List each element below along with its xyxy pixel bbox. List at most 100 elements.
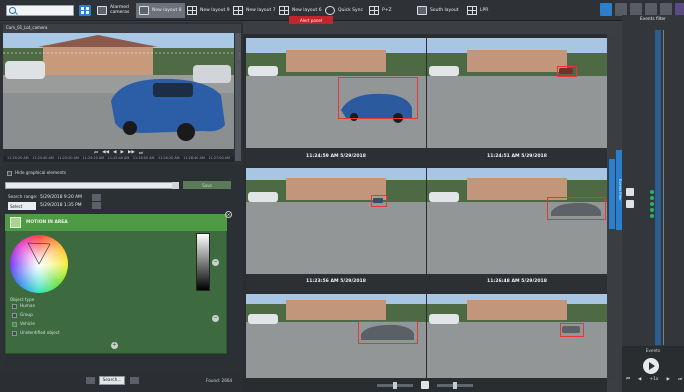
- video-player[interactable]: [3, 33, 234, 149]
- select-label: Select: [10, 203, 23, 209]
- detection-box: [560, 323, 584, 337]
- object-type-group[interactable]: Group: [12, 312, 33, 318]
- group-checkbox[interactable]: [12, 312, 17, 318]
- layout-icon: [467, 6, 477, 15]
- layout-icon: [187, 6, 197, 15]
- camera-tile[interactable]: 11:24:59 AM 5/29/2018: [246, 38, 426, 166]
- play-icon[interactable]: ▶: [121, 150, 124, 155]
- event-marker[interactable]: [650, 196, 654, 200]
- close-icon[interactable]: ×: [225, 211, 232, 218]
- camera-timestamp: 11:23:56 AM 5/29/2018: [306, 279, 366, 284]
- motion-filter-header[interactable]: MOTION IN AREA: [5, 214, 227, 231]
- vehicle-checkbox[interactable]: [12, 321, 17, 327]
- event-marker[interactable]: [650, 190, 654, 194]
- calendar-icon[interactable]: [92, 202, 101, 209]
- timeline-tick: 11:24:20 AM: [7, 156, 29, 160]
- prev-icon[interactable]: ◀: [638, 377, 641, 382]
- camera-tile[interactable]: 11:26:48 AM 5/29/2018: [427, 168, 607, 293]
- tab-new-layout-9[interactable]: New layout 9: [184, 3, 233, 18]
- object-type-human[interactable]: Human: [12, 303, 35, 309]
- text-icon[interactable]: [421, 381, 429, 389]
- sync-icon: [325, 6, 335, 15]
- saved-search-field[interactable]: [5, 182, 179, 189]
- tab-pz[interactable]: P+Z: [366, 3, 395, 18]
- skip-forward-icon[interactable]: ⏭: [678, 377, 682, 382]
- step-back-icon[interactable]: ◀◀: [102, 150, 109, 155]
- tab-new-layout-7[interactable]: New layout 7: [230, 3, 279, 18]
- zoom-slider[interactable]: [377, 381, 413, 389]
- tab-label: New layout 8: [152, 8, 182, 13]
- search-button-label: Search...: [102, 378, 122, 383]
- save-button[interactable]: Save: [183, 181, 231, 189]
- tab-label: New layout 7: [246, 8, 276, 13]
- camera-frame: [427, 38, 607, 166]
- tab-south-layout[interactable]: South layout: [414, 3, 462, 18]
- filter-icon[interactable]: [626, 188, 634, 196]
- transport-controls: ⏮ ◀ +1x ▶ ⏭: [624, 377, 684, 382]
- timeline-tick: 11:25:00 AM: [57, 156, 79, 160]
- area-icon: [10, 217, 21, 228]
- date-from-text: 5/29/2018 9:20 AM: [40, 195, 82, 200]
- tab-lpr[interactable]: LPR: [464, 3, 491, 18]
- alert-tab-label: Alert panel: [300, 17, 322, 23]
- unidentified-checkbox[interactable]: [12, 330, 17, 336]
- brightness-slider[interactable]: [196, 233, 210, 291]
- date-to-field[interactable]: 5/29/2018 1:35 PM: [40, 203, 82, 210]
- remove-color-icon[interactable]: −: [212, 259, 219, 266]
- timeline-tick: 11:25:40 AM: [107, 156, 130, 160]
- grid-scrollbar[interactable]: [608, 34, 616, 380]
- search-button[interactable]: Search...: [99, 376, 125, 385]
- detection-box: [371, 195, 387, 207]
- tab-label: South layout: [430, 8, 459, 13]
- detection-box: [358, 321, 418, 344]
- events-label: Events: [645, 348, 661, 353]
- tab-label: P+Z: [382, 8, 392, 13]
- speed-label[interactable]: +1x: [650, 377, 659, 382]
- alert-panel-tab[interactable]: Alert panel: [289, 16, 333, 24]
- select-range-dropdown[interactable]: Select: [8, 202, 36, 210]
- human-checkbox[interactable]: [12, 303, 17, 309]
- tab-alarmed-cameras[interactable]: Alarmed cameras: [94, 3, 135, 18]
- calendar-icon[interactable]: [92, 194, 101, 201]
- camera-tile[interactable]: 11:23:56 AM 5/29/2018: [246, 168, 426, 293]
- object-type-unidentified[interactable]: Unidentified object: [12, 330, 60, 336]
- camera-tile[interactable]: 11:24:51 AM 5/29/2018: [427, 38, 607, 166]
- camera-tile[interactable]: [246, 294, 426, 378]
- object-type-text: Vehicle: [20, 321, 35, 326]
- play-button[interactable]: [643, 358, 659, 374]
- hide-graphical-row[interactable]: Hide graphical elements: [7, 170, 66, 176]
- next-icon[interactable]: ▶: [667, 377, 670, 382]
- search-icon: [9, 7, 16, 14]
- remove-object-icon[interactable]: −: [212, 315, 219, 322]
- speed-slider[interactable]: [437, 381, 473, 389]
- next-frame-icon[interactable]: ▶▶: [128, 150, 135, 155]
- event-marker[interactable]: [650, 208, 654, 212]
- export-icon[interactable]: [130, 377, 139, 384]
- prev-frame-icon[interactable]: ◀: [113, 150, 116, 155]
- forward-icon[interactable]: ⏭: [139, 150, 143, 156]
- tab-new-layout-8[interactable]: New layout 8: [136, 3, 185, 18]
- event-marker[interactable]: [650, 214, 654, 218]
- search-input[interactable]: [6, 5, 74, 16]
- parking-lot-video-frame: [3, 33, 234, 149]
- camera-tile[interactable]: [427, 294, 607, 378]
- back-icon[interactable]: [86, 377, 95, 384]
- rewind-icon[interactable]: ⏮: [94, 150, 98, 156]
- camera-frame: [246, 168, 426, 293]
- camera-timestamp: 11:26:48 AM 5/29/2018: [487, 279, 547, 284]
- video-side-scrollbar[interactable]: · · ·: [235, 33, 241, 161]
- chevron-down-icon[interactable]: [172, 182, 179, 189]
- settings-icon[interactable]: [600, 3, 612, 16]
- layout-grid-button[interactable]: [79, 5, 91, 16]
- player-timeline[interactable]: 11:24:20 AM 11:24:40 AM 11:25:00 AM 11:2…: [3, 156, 234, 162]
- event-marker[interactable]: [650, 202, 654, 206]
- object-type-text: Unidentified object: [20, 330, 60, 335]
- events-timeline[interactable]: [655, 30, 661, 345]
- hide-graphical-checkbox[interactable]: [7, 170, 12, 176]
- object-type-vehicle[interactable]: Vehicle: [12, 321, 35, 327]
- skip-back-icon[interactable]: ⏮: [626, 377, 630, 382]
- export-events-icon[interactable]: [626, 200, 634, 208]
- player-controls: ⏮ ◀◀ ◀ ▶ ▶▶ ⏭: [3, 149, 234, 156]
- add-filter-icon[interactable]: +: [111, 342, 118, 349]
- date-from-field[interactable]: 5/29/2018 9:20 AM: [40, 195, 82, 202]
